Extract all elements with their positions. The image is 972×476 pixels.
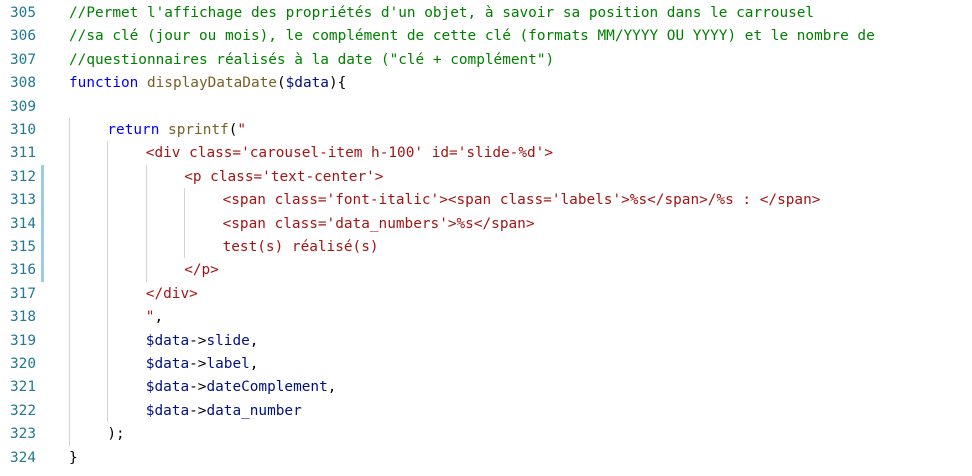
code-line[interactable]: <span class='data_numbers'>%s</span> xyxy=(223,212,535,236)
line-number: 316 xyxy=(10,262,36,279)
code-line[interactable]: <span class='font-italic'><span class='l… xyxy=(223,188,821,212)
code-token-plain: , xyxy=(327,379,337,396)
code-line[interactable]: ); xyxy=(107,422,124,446)
code-line[interactable]: function displayDataDate($data){ xyxy=(69,71,346,95)
code-line[interactable]: ", xyxy=(146,305,163,329)
code-line[interactable]: //Permet l'affichage des propriétés d'un… xyxy=(69,1,814,25)
code-line[interactable]: $data->label, xyxy=(146,352,259,376)
indent-guide xyxy=(145,164,147,282)
code-line[interactable]: $data->slide, xyxy=(146,329,259,353)
code-token-plain: -> xyxy=(189,379,207,396)
code-token-plain: -> xyxy=(189,332,207,349)
code-line[interactable]: //sa clé (jour ou mois), le complément d… xyxy=(69,24,875,48)
line-number: 318 xyxy=(10,309,36,326)
code-token-plain: } xyxy=(69,449,78,466)
code-token-string: <p class='text-center'> xyxy=(184,168,384,185)
indent-guide xyxy=(107,141,109,423)
line-number: 305 xyxy=(10,5,36,21)
code-token-plain: , xyxy=(249,356,259,372)
code-token-plain: , xyxy=(249,332,259,349)
line-number: 321 xyxy=(10,379,36,396)
code-token-plain: , xyxy=(154,309,164,326)
code-token-var: slide xyxy=(206,332,250,349)
code-token-var: dateComplement xyxy=(206,379,328,396)
line-number: 323 xyxy=(10,426,36,443)
code-token-string: </p> xyxy=(184,262,219,279)
code-token-comment: //Permet l'affichage des propriétés d'un… xyxy=(69,5,815,21)
modified-line-marker xyxy=(41,211,44,235)
modified-line-marker xyxy=(41,164,44,189)
line-number: 307 xyxy=(10,51,36,68)
line-number: 324 xyxy=(10,449,36,466)
modified-line-marker xyxy=(41,188,44,212)
code-token-plain: -> xyxy=(189,402,207,419)
line-number: 317 xyxy=(10,285,36,302)
code-token-func: displayDataDate xyxy=(146,75,277,92)
line-number: 315 xyxy=(10,239,36,255)
code-token-var: $data xyxy=(145,332,190,349)
code-token-plain: -> xyxy=(189,356,207,372)
code-token-keyword: return xyxy=(107,122,160,138)
code-editor[interactable]: 305 //Permet l'affichage des propriétés d… xyxy=(0,0,972,476)
line-number: 309 xyxy=(10,98,36,115)
code-token-plain: ( xyxy=(276,75,286,92)
code-line[interactable]: //questionnaires réalisés à la date ("cl… xyxy=(69,48,554,72)
code-token-plain: ){ xyxy=(328,75,347,92)
code-line[interactable]: <div class='carousel-item h-100' id='sli… xyxy=(146,141,553,165)
code-token-string: test(s) réalisé(s) xyxy=(222,239,379,255)
code-token-keyword: function xyxy=(69,75,139,92)
modified-line-marker xyxy=(41,235,44,259)
code-token-var: $data xyxy=(145,402,190,419)
code-token-string: <span class='data_numbers'>%s</span> xyxy=(222,215,535,232)
code-token-var: label xyxy=(206,356,250,372)
code-token-var: $data xyxy=(145,379,190,396)
code-token-string: </div> xyxy=(145,285,198,302)
line-number: 320 xyxy=(10,356,36,372)
code-line[interactable]: return sprintf(" xyxy=(107,118,246,142)
line-number: 322 xyxy=(10,402,36,419)
code-line[interactable]: $data->data_number xyxy=(146,399,302,423)
code-line[interactable]: <p class='text-center'> xyxy=(184,165,383,189)
code-line[interactable]: </div> xyxy=(146,282,198,306)
code-line[interactable]: } xyxy=(69,446,78,470)
code-token-var: $data xyxy=(285,75,329,92)
indent-guide xyxy=(184,188,186,259)
code-token-func: sprintf xyxy=(168,122,229,138)
code-token-var: data_number xyxy=(206,402,302,419)
code-token-plain: ); xyxy=(107,426,125,443)
line-number: 319 xyxy=(10,332,36,349)
code-line[interactable]: test(s) réalisé(s) xyxy=(223,235,379,259)
code-line[interactable]: $data->dateComplement, xyxy=(146,375,337,399)
code-token-comment: //questionnaires réalisés à la date ("cl… xyxy=(69,51,555,68)
line-number: 313 xyxy=(10,192,36,209)
line-number: 306 xyxy=(10,28,36,45)
code-token-string: <div class='carousel-item h-100' id='sli… xyxy=(145,145,553,162)
modified-line-marker xyxy=(41,258,44,282)
line-number: 310 xyxy=(10,122,36,138)
code-token-comment: //sa clé (jour ou mois), le complément d… xyxy=(69,28,875,45)
code-token-string: <span class='font-italic'><span class='l… xyxy=(222,192,821,209)
line-number: 311 xyxy=(10,145,36,162)
code-token-string: " xyxy=(237,122,247,138)
line-number: 314 xyxy=(10,215,36,232)
code-line[interactable]: </p> xyxy=(184,258,219,282)
line-number: 308 xyxy=(10,75,36,92)
indent-guide xyxy=(69,118,70,446)
code-token-var: $data xyxy=(145,356,190,372)
line-number: 312 xyxy=(10,168,36,185)
